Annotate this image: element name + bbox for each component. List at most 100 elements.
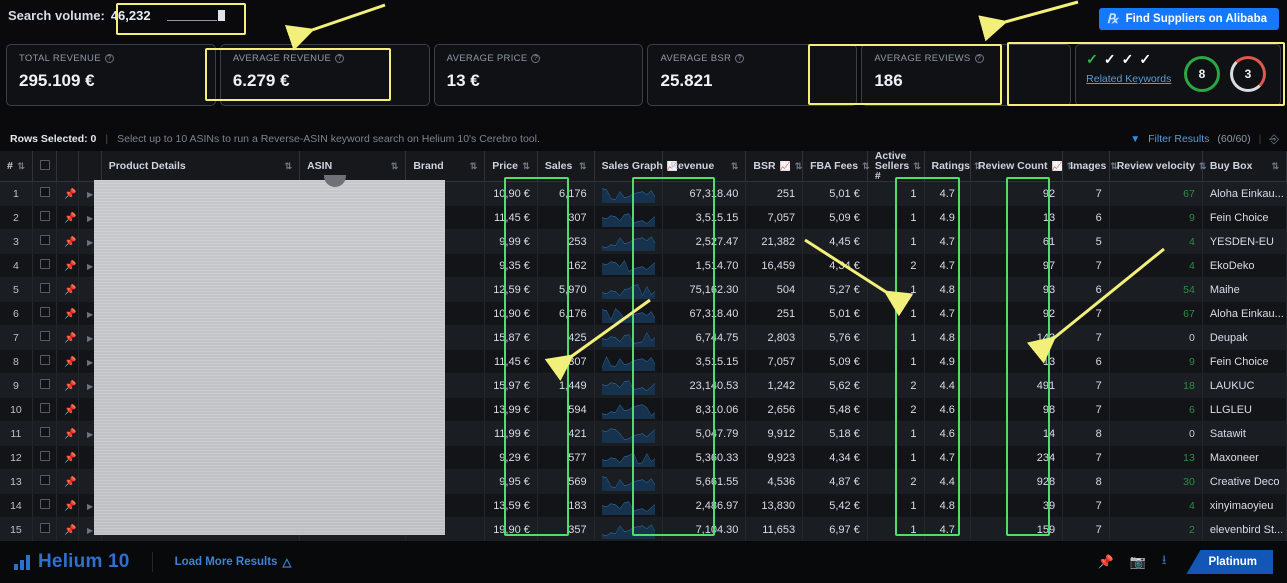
row-pin-cell[interactable]: 📌	[56, 397, 80, 422]
pin-icon[interactable]: 📌	[64, 381, 76, 392]
info-icon[interactable]: ?	[335, 54, 345, 63]
pin-icon[interactable]: 📌	[1098, 554, 1114, 570]
row-checkbox[interactable]	[39, 331, 50, 341]
pin-icon[interactable]: 📌	[64, 237, 76, 248]
col-header-price[interactable]: Price ⇅	[484, 151, 538, 182]
sort-icon[interactable]: ⇅	[522, 161, 530, 171]
column-settings-icon[interactable]: ⎆	[1269, 132, 1279, 147]
row-checkbox-cell[interactable]	[32, 229, 58, 254]
pin-icon[interactable]: 📌	[64, 261, 76, 272]
pin-icon[interactable]: 📌	[64, 429, 76, 440]
sort-icon[interactable]: ⇅	[731, 161, 739, 171]
sort-icon[interactable]: ⇅	[470, 161, 478, 171]
row-pin-cell[interactable]: 📌	[56, 181, 80, 206]
row-checkbox[interactable]	[39, 403, 50, 413]
related-keywords-link[interactable]: Related Keywords	[1086, 73, 1171, 85]
col-header-review-count[interactable]: Review Count 📈 ⇅	[970, 151, 1074, 182]
row-pin-cell[interactable]: 📌	[56, 253, 80, 278]
row-checkbox[interactable]	[39, 355, 50, 365]
pin-icon[interactable]: 📌	[64, 501, 76, 512]
row-checkbox[interactable]	[39, 187, 50, 197]
row-pin-cell[interactable]: 📌	[56, 469, 80, 494]
row-checkbox-cell[interactable]	[32, 205, 58, 230]
col-header-buy-box[interactable]: Buy Box ⇅	[1202, 151, 1287, 182]
row-checkbox[interactable]	[39, 451, 50, 461]
col-header-asin[interactable]: ASIN ⇅	[299, 151, 407, 182]
row-checkbox[interactable]	[39, 499, 50, 509]
expand-row-icon[interactable]: ▶	[87, 430, 93, 439]
filter-funnel-icon[interactable]: ▼	[1130, 134, 1140, 145]
sort-icon[interactable]: ⇅	[1271, 161, 1279, 171]
info-icon[interactable]: ?	[974, 54, 984, 63]
col-header-revenue[interactable]: Revenue ⇅	[662, 151, 747, 182]
row-pin-cell[interactable]: 📌	[56, 349, 80, 374]
row-checkbox-cell[interactable]	[32, 469, 58, 494]
sort-icon[interactable]: ⇅	[1199, 161, 1207, 171]
row-pin-cell[interactable]: 📌	[56, 301, 80, 326]
download-icon[interactable]: ⭳	[1162, 551, 1167, 573]
expand-row-icon[interactable]: ▶	[87, 190, 93, 199]
row-checkbox[interactable]	[39, 475, 50, 485]
col-header-sales-graph[interactable]: Sales Graph 📈	[594, 151, 678, 182]
expand-row-icon[interactable]: ▶	[87, 214, 93, 223]
helium10-logo[interactable]: Helium 10	[14, 551, 130, 573]
row-pin-cell[interactable]: 📌	[56, 493, 80, 518]
col-header-fba-fees[interactable]: FBA Fees ⇅	[802, 151, 870, 182]
col-header-active-sellers[interactable]: Active Sellers # ⇅	[867, 151, 925, 182]
plan-badge[interactable]: Platinum	[1186, 550, 1273, 574]
expand-row-icon[interactable]: ▶	[87, 310, 93, 319]
sort-icon[interactable]: ⇅	[391, 161, 399, 171]
row-checkbox-cell[interactable]	[32, 373, 58, 398]
row-checkbox-cell[interactable]	[32, 181, 58, 206]
row-pin-cell[interactable]: 📌	[56, 421, 80, 446]
col-header-index[interactable]: # ⇅	[0, 151, 33, 182]
row-checkbox[interactable]	[39, 307, 50, 317]
info-icon[interactable]: ?	[531, 54, 541, 63]
sort-icon[interactable]: ⇅	[913, 161, 921, 171]
row-checkbox-cell[interactable]	[32, 421, 58, 446]
row-pin-cell[interactable]: 📌	[56, 373, 80, 398]
sort-icon[interactable]: ⇅	[285, 161, 293, 171]
camera-icon[interactable]: 📷	[1130, 554, 1146, 570]
expand-row-icon[interactable]: ▶	[87, 238, 93, 247]
sort-icon[interactable]: ⇅	[17, 161, 25, 171]
row-checkbox-cell[interactable]	[32, 277, 58, 302]
col-header-ratings[interactable]: Ratings ⇅	[924, 151, 982, 182]
row-pin-cell[interactable]: 📌	[56, 325, 80, 350]
row-checkbox[interactable]	[39, 379, 50, 389]
col-header-bsr[interactable]: BSR 📈 ⇅	[745, 151, 804, 182]
col-header-images[interactable]: Images ⇅	[1062, 151, 1118, 182]
expand-row-icon[interactable]: ▶	[87, 502, 93, 511]
pin-icon[interactable]: 📌	[64, 333, 76, 344]
col-header-brand[interactable]: Brand ⇅	[405, 151, 486, 182]
expand-row-icon[interactable]: ▶	[87, 334, 93, 343]
col-header-review-velocity[interactable]: Review velocity ⇅	[1109, 151, 1206, 182]
select-all-checkbox[interactable]	[39, 159, 50, 170]
row-checkbox-cell[interactable]	[32, 445, 58, 470]
pin-icon[interactable]: 📌	[64, 213, 76, 224]
filter-results-link[interactable]: Filter Results	[1148, 133, 1209, 145]
pin-icon[interactable]: 📌	[64, 453, 76, 464]
col-header-product-details[interactable]: Product Details ⇅	[101, 151, 301, 182]
row-checkbox[interactable]	[39, 427, 50, 437]
info-icon[interactable]: ?	[735, 54, 745, 63]
row-checkbox-cell[interactable]	[32, 493, 58, 518]
sort-icon[interactable]: ⇅	[795, 161, 803, 171]
row-checkbox[interactable]	[39, 235, 50, 245]
info-icon[interactable]: ?	[104, 54, 114, 63]
pin-icon[interactable]: 📌	[64, 189, 76, 200]
sort-icon[interactable]: ⇅	[579, 161, 587, 171]
pin-icon[interactable]: 📌	[64, 285, 76, 296]
row-checkbox-cell[interactable]	[32, 325, 58, 350]
row-checkbox[interactable]	[39, 523, 50, 533]
pin-icon[interactable]: 📌	[64, 525, 76, 536]
pin-icon[interactable]: 📌	[64, 405, 76, 416]
row-pin-cell[interactable]: 📌	[56, 445, 80, 470]
row-checkbox[interactable]	[39, 211, 50, 221]
row-pin-cell[interactable]: 📌	[56, 229, 80, 254]
expand-row-icon[interactable]: ▶	[87, 526, 93, 535]
row-checkbox-cell[interactable]	[32, 397, 58, 422]
pin-icon[interactable]: 📌	[64, 309, 76, 320]
row-checkbox-cell[interactable]	[32, 517, 58, 541]
row-checkbox-cell[interactable]	[32, 301, 58, 326]
